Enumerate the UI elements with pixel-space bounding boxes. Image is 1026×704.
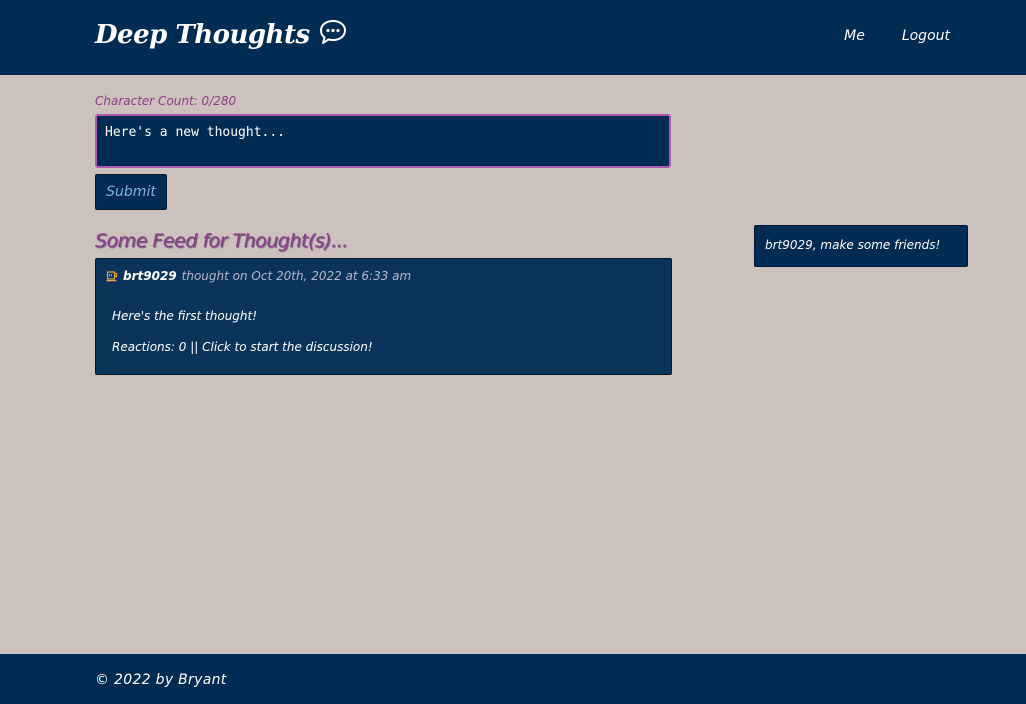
thought-header: brt9029 thought on Oct 20th, 2022 at 6:3…	[106, 269, 411, 283]
thought-username-link[interactable]: brt9029	[123, 269, 177, 283]
footer-copyright: © 2022 by Bryant	[95, 672, 227, 688]
reactions-link[interactable]: Reactions: 0 || Click to start the discu…	[112, 340, 373, 354]
site-footer: © 2022 by Bryant	[0, 654, 1026, 704]
nav-logout-link[interactable]: Logout	[902, 28, 950, 44]
site-header: Deep Thoughts Me Logout	[0, 0, 1026, 75]
coffee-cup-icon	[106, 270, 118, 282]
brand-title: Deep Thoughts	[95, 20, 310, 50]
main-nav: Me Logout	[807, 28, 950, 44]
thought-input[interactable]	[95, 114, 671, 168]
thought-timestamp: thought on Oct 20th, 2022 at 6:33 am	[181, 269, 412, 283]
character-count: Character Count: 0/280	[95, 94, 237, 108]
nav-me-link[interactable]: Me	[844, 28, 865, 44]
submit-button[interactable]: Submit	[95, 174, 167, 210]
thought-card: brt9029 thought on Oct 20th, 2022 at 6:3…	[95, 258, 672, 375]
brand-link[interactable]: Deep Thoughts	[95, 20, 347, 50]
thought-body: Here's the first thought! Reactions: 0 |…	[112, 309, 373, 354]
speech-bubble-icon	[319, 19, 347, 45]
feed-title: Some Feed for Thought(s)...	[95, 230, 348, 252]
main-content: Character Count: 0/280 Submit Some Feed …	[95, 75, 975, 654]
thought-text: Here's the first thought!	[112, 309, 258, 323]
friends-panel: brt9029, make some friends!	[754, 225, 968, 267]
